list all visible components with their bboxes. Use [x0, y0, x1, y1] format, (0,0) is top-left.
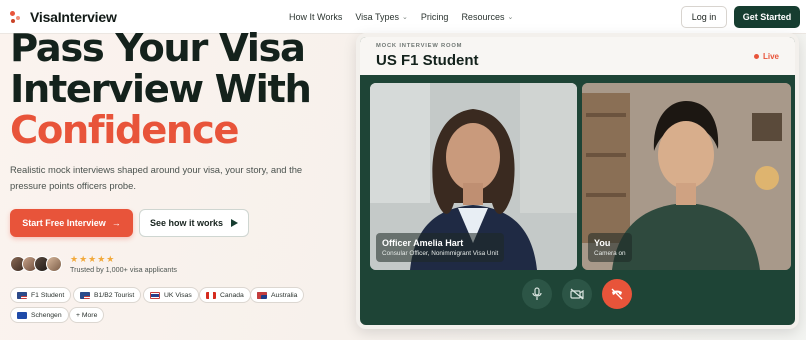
uk-flag-icon — [150, 291, 160, 299]
nav-link-label: Resources — [461, 12, 505, 22]
chip-label: Canada — [220, 291, 244, 299]
chip-label: Australia — [271, 291, 298, 299]
arrow-right-icon: → — [111, 218, 121, 228]
hero-title-line: Interview With — [10, 67, 312, 112]
self-status: Camera on — [594, 250, 626, 257]
chip-label: UK Visas — [164, 291, 192, 299]
us-flag-icon — [17, 291, 27, 299]
rating-stars-icon: ★★★★★ — [70, 253, 116, 264]
nav-link-how-it-works[interactable]: How It Works — [289, 12, 342, 22]
live-dot-icon — [753, 54, 759, 59]
chevron-down-icon: ⌄ — [402, 14, 408, 21]
visa-chip-australia[interactable]: Australia — [250, 287, 305, 303]
microphone-button[interactable] — [522, 279, 552, 309]
mock-interview-room: MOCK INTERVIEW ROOM US F1 Student Live O… — [356, 33, 799, 329]
officer-name: Officer Amelia Hart — [382, 238, 464, 248]
us-flag-icon — [80, 291, 90, 299]
avatar-group — [10, 256, 62, 272]
microphone-icon — [532, 287, 542, 300]
room-title: US F1 Student — [376, 52, 479, 69]
get-started-button[interactable]: Get Started — [734, 6, 800, 28]
room-header: MOCK INTERVIEW ROOM US F1 Student Live — [360, 37, 795, 75]
trusted-text: Trusted by 1,000+ visa applicants — [70, 264, 178, 274]
rating-block: ★★★★★ Trusted by 1,000+ visa applicants — [70, 254, 177, 275]
chip-label: + More — [76, 311, 98, 319]
start-free-interview-button[interactable]: Start Free Interview → — [10, 209, 133, 237]
chip-label: B1/B2 Tourist — [94, 291, 135, 299]
end-call-icon — [611, 288, 623, 300]
australia-flag-icon — [257, 291, 267, 299]
camera-toggle-button[interactable] — [562, 279, 592, 309]
visa-chip-schengen[interactable]: Schengen — [10, 307, 69, 323]
visa-chip-f1-student[interactable]: F1 Student — [10, 287, 72, 303]
nav-link-label: How It Works — [289, 12, 343, 22]
self-name-tag: You Camera on — [588, 233, 632, 262]
cta-label: See how it works — [149, 218, 224, 228]
live-indicator: Live — [753, 52, 779, 61]
chip-label: Schengen — [31, 311, 62, 319]
visa-chip-uk-visas[interactable]: UK Visas — [143, 287, 199, 303]
eu-flag-icon — [17, 311, 27, 319]
canada-flag-icon — [206, 291, 216, 299]
chevron-down-icon: ⌄ — [507, 14, 514, 21]
see-how-it-works-button[interactable]: See how it works — [139, 209, 249, 237]
end-call-button[interactable] — [602, 279, 632, 309]
brand-name: VisaInterview — [30, 8, 117, 25]
nav-link-label: Visa Types — [355, 12, 400, 22]
self-name: You — [594, 238, 611, 248]
camera-off-icon — [570, 288, 584, 300]
avatar — [46, 256, 62, 272]
room-kicker: MOCK INTERVIEW ROOM — [376, 43, 463, 49]
nav-link-resources[interactable]: Resources ⌄ — [461, 12, 513, 22]
visa-chip-more[interactable]: + More — [69, 307, 105, 323]
logo-mark-icon — [10, 10, 24, 24]
visa-chip-canada[interactable]: Canada — [199, 287, 251, 303]
visa-chip-b1b2-tourist[interactable]: B1/B2 Tourist — [73, 287, 142, 303]
video-tile-you: You Camera on — [582, 83, 791, 270]
login-button[interactable]: Log in — [681, 6, 727, 28]
social-proof: ★★★★★ Trusted by 1,000+ visa applicants — [10, 253, 177, 275]
nav-link-visa-types[interactable]: Visa Types ⌄ — [355, 12, 408, 22]
officer-role: Consular Officer, Nonimmigrant Visa Unit — [382, 250, 499, 257]
play-icon — [231, 219, 239, 227]
chip-label: F1 Student — [31, 291, 65, 299]
video-tile-officer: Officer Amelia Hart Consular Officer, No… — [370, 83, 577, 270]
live-label: Live — [762, 52, 779, 61]
hero-title: Pass Your Visa Interview With Confidence — [10, 28, 350, 151]
nav-link-label: Pricing — [420, 12, 449, 22]
hero-title-line: Pass Your Visa — [10, 26, 306, 71]
brand-logo[interactable]: VisaInterview — [10, 9, 117, 25]
nav-link-pricing[interactable]: Pricing — [421, 12, 449, 22]
call-controls — [360, 279, 795, 313]
hero-title-accent: Confidence — [10, 108, 239, 153]
hero-subtitle: Realistic mock interviews shaped around … — [10, 164, 303, 191]
officer-name-tag: Officer Amelia Hart Consular Officer, No… — [376, 233, 505, 262]
cta-label: Start Free Interview — [22, 218, 106, 228]
